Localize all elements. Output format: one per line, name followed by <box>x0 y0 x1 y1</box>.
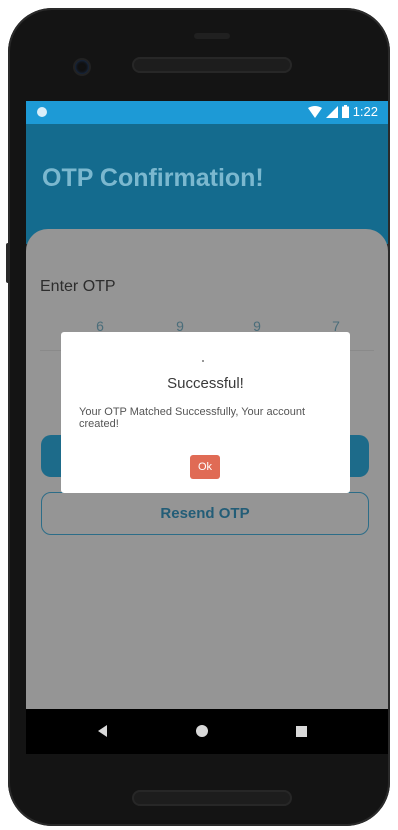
app-header: OTP Confirmation! <box>26 124 388 244</box>
success-dialog: Successful! Your OTP Matched Successfull… <box>61 332 350 493</box>
top-speaker <box>132 57 292 73</box>
bottom-speaker <box>132 790 292 806</box>
screen: 1:22 OTP Confirmation! Enter OTP 6 9 9 7… <box>26 101 388 754</box>
dialog-icon <box>202 360 204 362</box>
resend-otp-button[interactable]: Resend OTP <box>41 492 369 535</box>
status-icons: 1:22 <box>307 104 378 119</box>
recent-apps-icon[interactable] <box>296 726 307 737</box>
back-icon[interactable] <box>98 725 107 737</box>
battery-icon <box>341 105 349 118</box>
camera-icon <box>75 60 89 74</box>
status-bar: 1:22 <box>26 101 388 124</box>
earpiece <box>194 33 230 39</box>
otp-label: Enter OTP <box>40 278 116 295</box>
notification-icon <box>37 107 47 117</box>
ok-button[interactable]: Ok <box>190 455 220 479</box>
wifi-icon <box>307 105 322 118</box>
dialog-message: Your OTP Matched Successfully, Your acco… <box>79 406 306 430</box>
home-icon[interactable] <box>196 725 208 737</box>
page-title: OTP Confirmation! <box>42 164 264 192</box>
navigation-bar <box>26 709 388 754</box>
status-time: 1:22 <box>352 104 378 119</box>
dialog-title: Successful! <box>167 375 244 392</box>
side-button <box>6 243 10 283</box>
signal-icon <box>325 105 338 118</box>
